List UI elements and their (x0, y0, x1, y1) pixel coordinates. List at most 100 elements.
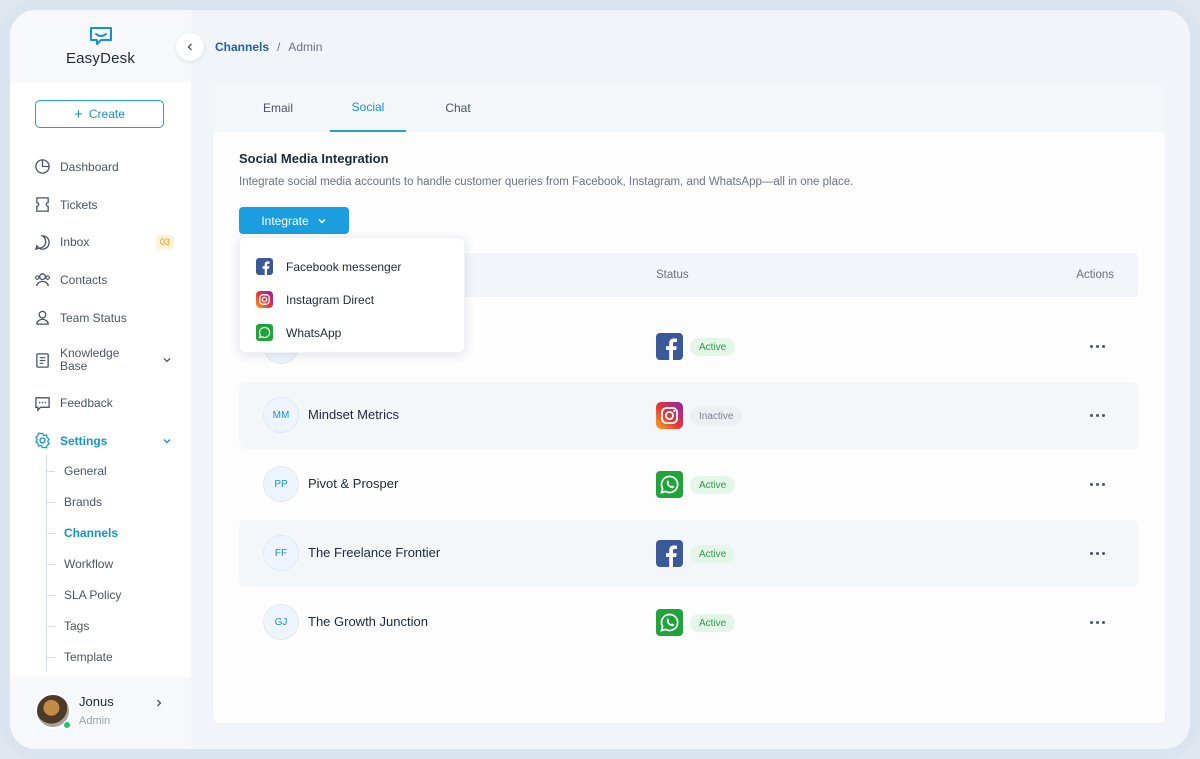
submenu-item-general[interactable]: General (47, 455, 166, 486)
section-description: Integrate social media accounts to handl… (239, 176, 854, 188)
menu-item-whatsapp[interactable]: WhatsApp (240, 316, 464, 349)
sidebar-item-contacts[interactable]: Contacts (34, 261, 174, 299)
row-actions-button[interactable] (1085, 476, 1109, 492)
sidebar: EasyDesk + Create Dashboard Tickets Inbo… (10, 10, 191, 749)
table-row[interactable]: MM Mindset Metrics Inactive (239, 382, 1138, 449)
row-actions-button[interactable] (1085, 614, 1109, 630)
sidebar-item-label: Feedback (60, 396, 113, 411)
collapse-sidebar-button[interactable] (176, 33, 204, 61)
user-name: Jonus (79, 694, 114, 709)
status-badge: Active (690, 338, 736, 356)
integrate-button[interactable]: Integrate (239, 207, 349, 234)
menu-item-facebook-messenger[interactable]: Facebook messenger (240, 250, 464, 283)
brand-initials: PP (263, 466, 299, 502)
contacts-icon (34, 271, 51, 288)
main-panel: Email Social Chat Social Media Integrati… (213, 83, 1165, 723)
brand-name: Mindset Metrics (308, 407, 400, 422)
user-role: Admin (79, 715, 111, 727)
sidebar-item-team-status[interactable]: Team Status (34, 299, 174, 337)
submenu-item-tags[interactable]: Tags (47, 610, 166, 641)
menu-item-instagram-direct[interactable]: Instagram Direct (240, 283, 464, 316)
sidebar-item-label: Contacts (60, 272, 108, 287)
whatsapp-icon (656, 471, 683, 498)
chat-logo-icon (89, 26, 112, 45)
sidebar-item-label: Team Status (60, 310, 127, 325)
sidebar-item-feedback[interactable]: Feedback (34, 384, 174, 422)
ticket-icon (34, 196, 51, 213)
facebook-icon (656, 540, 683, 567)
sidebar-item-label: Knowledge Base (60, 346, 120, 374)
breadcrumb-current: Admin (288, 40, 323, 54)
instagram-icon (256, 291, 273, 308)
logo[interactable]: EasyDesk (10, 10, 191, 82)
table-row[interactable]: PP Pivot & Prosper Active (239, 451, 1138, 518)
online-status-dot (63, 721, 71, 729)
menu-item-label: Instagram Direct (286, 292, 375, 307)
integrate-dropdown-menu: Facebook messenger Instagram Direct What… (239, 237, 465, 353)
channel-tabs: Email Social Chat (213, 83, 1165, 132)
brand-name: Pivot & Prosper (308, 476, 399, 491)
submenu-item-workflow[interactable]: Workflow (47, 548, 166, 579)
instagram-icon (656, 402, 683, 429)
user-icon (34, 309, 51, 326)
status-badge: Active (690, 614, 736, 632)
brand-name: The Growth Junction (308, 614, 428, 629)
breadcrumb: Channels / Admin (215, 40, 322, 54)
whatsapp-icon (656, 609, 683, 636)
sidebar-item-label: Tickets (60, 197, 98, 212)
column-header-status: Status (656, 269, 689, 281)
tab-social[interactable]: Social (330, 83, 406, 132)
menu-item-label: WhatsApp (286, 325, 342, 340)
sidebar-nav: Dashboard Tickets Inbox 03 Contacts Team… (34, 148, 174, 460)
sidebar-item-inbox[interactable]: Inbox 03 (34, 223, 174, 261)
brand-initials: FF (263, 535, 299, 571)
row-actions-button[interactable] (1085, 338, 1109, 354)
chevron-right-icon (157, 699, 162, 707)
chevron-down-icon (163, 438, 171, 444)
menu-item-label: Facebook messenger (286, 259, 402, 274)
facebook-icon (256, 258, 273, 275)
column-header-actions: Actions (1076, 269, 1114, 281)
create-label: Create (88, 107, 125, 121)
sidebar-item-dashboard[interactable]: Dashboard (34, 148, 174, 186)
status-badge: Active (690, 545, 736, 563)
feedback-icon (34, 395, 51, 412)
app-window: EasyDesk + Create Dashboard Tickets Inbo… (0, 0, 1200, 759)
tab-chat[interactable]: Chat (423, 83, 493, 132)
inbox-icon (34, 234, 51, 251)
chevron-left-icon (187, 43, 192, 51)
whatsapp-icon (256, 324, 273, 341)
gear-icon (34, 432, 51, 449)
plus-icon: + (74, 105, 83, 123)
brand-name: The Freelance Frontier (308, 545, 441, 560)
app-name: EasyDesk (65, 49, 136, 67)
inbox-count-badge: 03 (155, 235, 174, 250)
breadcrumb-separator: / (277, 40, 281, 54)
create-button[interactable]: + Create (35, 100, 164, 128)
submenu-item-brands[interactable]: Brands (47, 486, 166, 517)
dashboard-icon (34, 158, 51, 175)
settings-submenu: General Brands Channels Workflow SLA Pol… (46, 455, 166, 672)
facebook-icon (656, 333, 683, 360)
sidebar-item-label: Settings (60, 433, 108, 448)
row-actions-button[interactable] (1085, 545, 1109, 561)
section-title: Social Media Integration (239, 151, 389, 166)
submenu-item-sla-policy[interactable]: SLA Policy (47, 579, 166, 610)
submenu-item-channels[interactable]: Channels (47, 517, 166, 548)
chevron-down-icon (318, 218, 326, 223)
book-icon (34, 352, 51, 369)
table-row[interactable]: FF The Freelance Frontier Active (239, 520, 1138, 587)
breadcrumb-channels-link[interactable]: Channels (215, 40, 269, 54)
row-actions-button[interactable] (1085, 407, 1109, 423)
integrate-label: Integrate (261, 213, 309, 228)
brand-initials: GJ (263, 604, 299, 640)
submenu-item-template[interactable]: Template (47, 641, 166, 672)
sidebar-item-tickets[interactable]: Tickets (34, 186, 174, 224)
tab-email[interactable]: Email (243, 83, 313, 132)
sidebar-item-label: Dashboard (60, 159, 119, 174)
status-badge: Inactive (690, 407, 743, 425)
sidebar-item-knowledge-base[interactable]: Knowledge Base (34, 336, 174, 384)
table-row[interactable]: GJ The Growth Junction Active (239, 589, 1138, 656)
status-badge: Active (690, 476, 736, 494)
user-profile[interactable]: Jonus Admin (10, 677, 191, 749)
